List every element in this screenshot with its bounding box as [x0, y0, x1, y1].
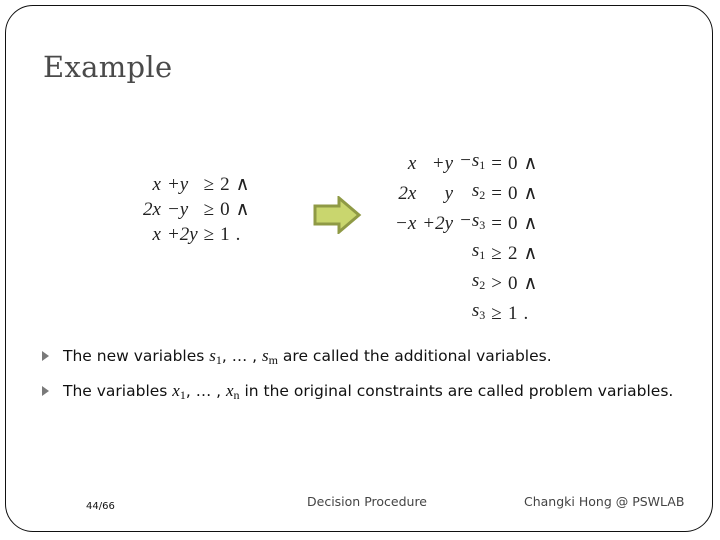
term: [392, 238, 419, 268]
relation: =: [491, 182, 502, 204]
term: 2x: [398, 182, 417, 204]
slack-var: −s3: [456, 208, 488, 238]
math-var: sm: [262, 346, 278, 367]
slack-var: s2: [456, 268, 488, 298]
term: 2x: [143, 199, 161, 220]
subscript: 3: [479, 308, 486, 322]
bullet-text: The new variables: [63, 347, 210, 365]
term: [419, 298, 456, 328]
page-number: 44/66: [86, 501, 115, 512]
constraint-row: 2x −y ≥ 0 ∧: [140, 197, 253, 222]
constraint-row: s2 >0 ∧: [392, 268, 540, 298]
term: y: [444, 182, 454, 204]
slide-frame: [5, 5, 713, 532]
term: [419, 238, 456, 268]
slack-var: −s1: [456, 148, 488, 178]
term: −y: [166, 199, 189, 220]
constraint-row: s3 ≥1.: [392, 298, 540, 328]
connective: ∧: [523, 272, 538, 294]
constraint-row: s1 ≥2 ∧: [392, 238, 540, 268]
bullet-triangle-icon: [42, 386, 49, 396]
math-var: x1: [172, 381, 186, 402]
constraint-row: x +y ≥ 2 ∧: [140, 172, 253, 197]
term: x: [152, 224, 161, 245]
slack-var: s3: [456, 298, 488, 328]
math-var: s1: [209, 346, 222, 367]
bullet-list: The new variables s1, … , sm are called …: [42, 342, 682, 409]
rhs: 0: [220, 199, 230, 220]
relation: =: [491, 212, 502, 234]
connective: ∧: [235, 174, 250, 195]
subscript: m: [268, 353, 278, 367]
relation: ≥: [203, 174, 215, 195]
original-constraints: x +y ≥ 2 ∧ 2x −y ≥ 0 ∧ x +2y ≥ 1 .: [140, 172, 253, 247]
term: +2y: [422, 212, 454, 234]
bullet-item: The variables x1, … , xn in the original…: [42, 377, 682, 409]
bullet-triangle-icon: [42, 351, 49, 361]
slide-title: Example: [43, 50, 173, 84]
bullet-text: in the original constraints are called p…: [239, 382, 674, 400]
relation: >: [491, 272, 502, 294]
subscript: 1: [479, 158, 486, 172]
rhs: 2: [507, 242, 518, 264]
rhs: 0: [507, 272, 518, 294]
var: x: [172, 381, 180, 400]
term: [392, 298, 419, 328]
rhs: 0: [507, 152, 518, 174]
bullet-text: are called the additional variables.: [278, 347, 552, 365]
rhs: 0: [507, 212, 518, 234]
footer-title: Decision Procedure: [307, 494, 427, 509]
bullet-text: , … ,: [185, 382, 226, 400]
math-var: xn: [225, 381, 240, 402]
rhs: 2: [220, 174, 230, 195]
rhs: 1: [507, 302, 518, 324]
bullet-text: , … ,: [221, 347, 263, 365]
right-arrow-icon: [313, 196, 362, 234]
constraint-row: x +2y ≥ 1 .: [140, 222, 253, 247]
footer-author: Changki Hong @ PSWLAB: [524, 494, 685, 509]
relation: =: [491, 152, 502, 174]
var: s: [262, 346, 269, 365]
bullet-text: The variables: [63, 382, 173, 400]
connective: ∧: [235, 199, 250, 220]
connective: ∧: [523, 212, 538, 234]
term: x: [407, 152, 417, 174]
var: s: [209, 346, 216, 365]
bullet-item: The new variables s1, … , sm are called …: [42, 342, 682, 374]
connective: .: [235, 224, 241, 245]
var: −s: [459, 210, 480, 231]
constraint-row: 2x y s2 = 0 ∧: [392, 178, 540, 208]
term: +y: [431, 152, 454, 174]
relation: ≥: [491, 302, 502, 324]
connective: ∧: [523, 242, 538, 264]
slack-form-constraints: x +y −s1 = 0 ∧ 2x y s2 = 0 ∧ −x +2y −s3 = 0 ∧ s1 ≥2 ∧ s2 >0 ∧ s3…: [392, 148, 540, 328]
subscript: 3: [479, 218, 486, 232]
connective: ∧: [523, 152, 538, 174]
connective: ∧: [523, 182, 538, 204]
subscript: 2: [479, 278, 486, 292]
connective: .: [523, 302, 529, 324]
rhs: 0: [507, 182, 518, 204]
term: −x: [395, 212, 417, 234]
term: [392, 268, 419, 298]
var: x: [225, 381, 234, 400]
subscript: 2: [479, 188, 486, 202]
relation: ≥: [203, 224, 215, 245]
var: −s: [459, 150, 480, 171]
slack-var: s2: [456, 178, 488, 208]
term: +2y: [166, 224, 198, 245]
relation: ≥: [203, 199, 215, 220]
subscript: 1: [479, 248, 486, 262]
constraint-row: x +y −s1 = 0 ∧: [392, 148, 540, 178]
relation: ≥: [491, 242, 502, 264]
slack-var: s1: [456, 238, 488, 268]
rhs: 1: [220, 224, 230, 245]
term: +y: [166, 174, 189, 195]
term: x: [152, 174, 161, 195]
term: [419, 268, 456, 298]
constraint-row: −x +2y −s3 = 0 ∧: [392, 208, 540, 238]
